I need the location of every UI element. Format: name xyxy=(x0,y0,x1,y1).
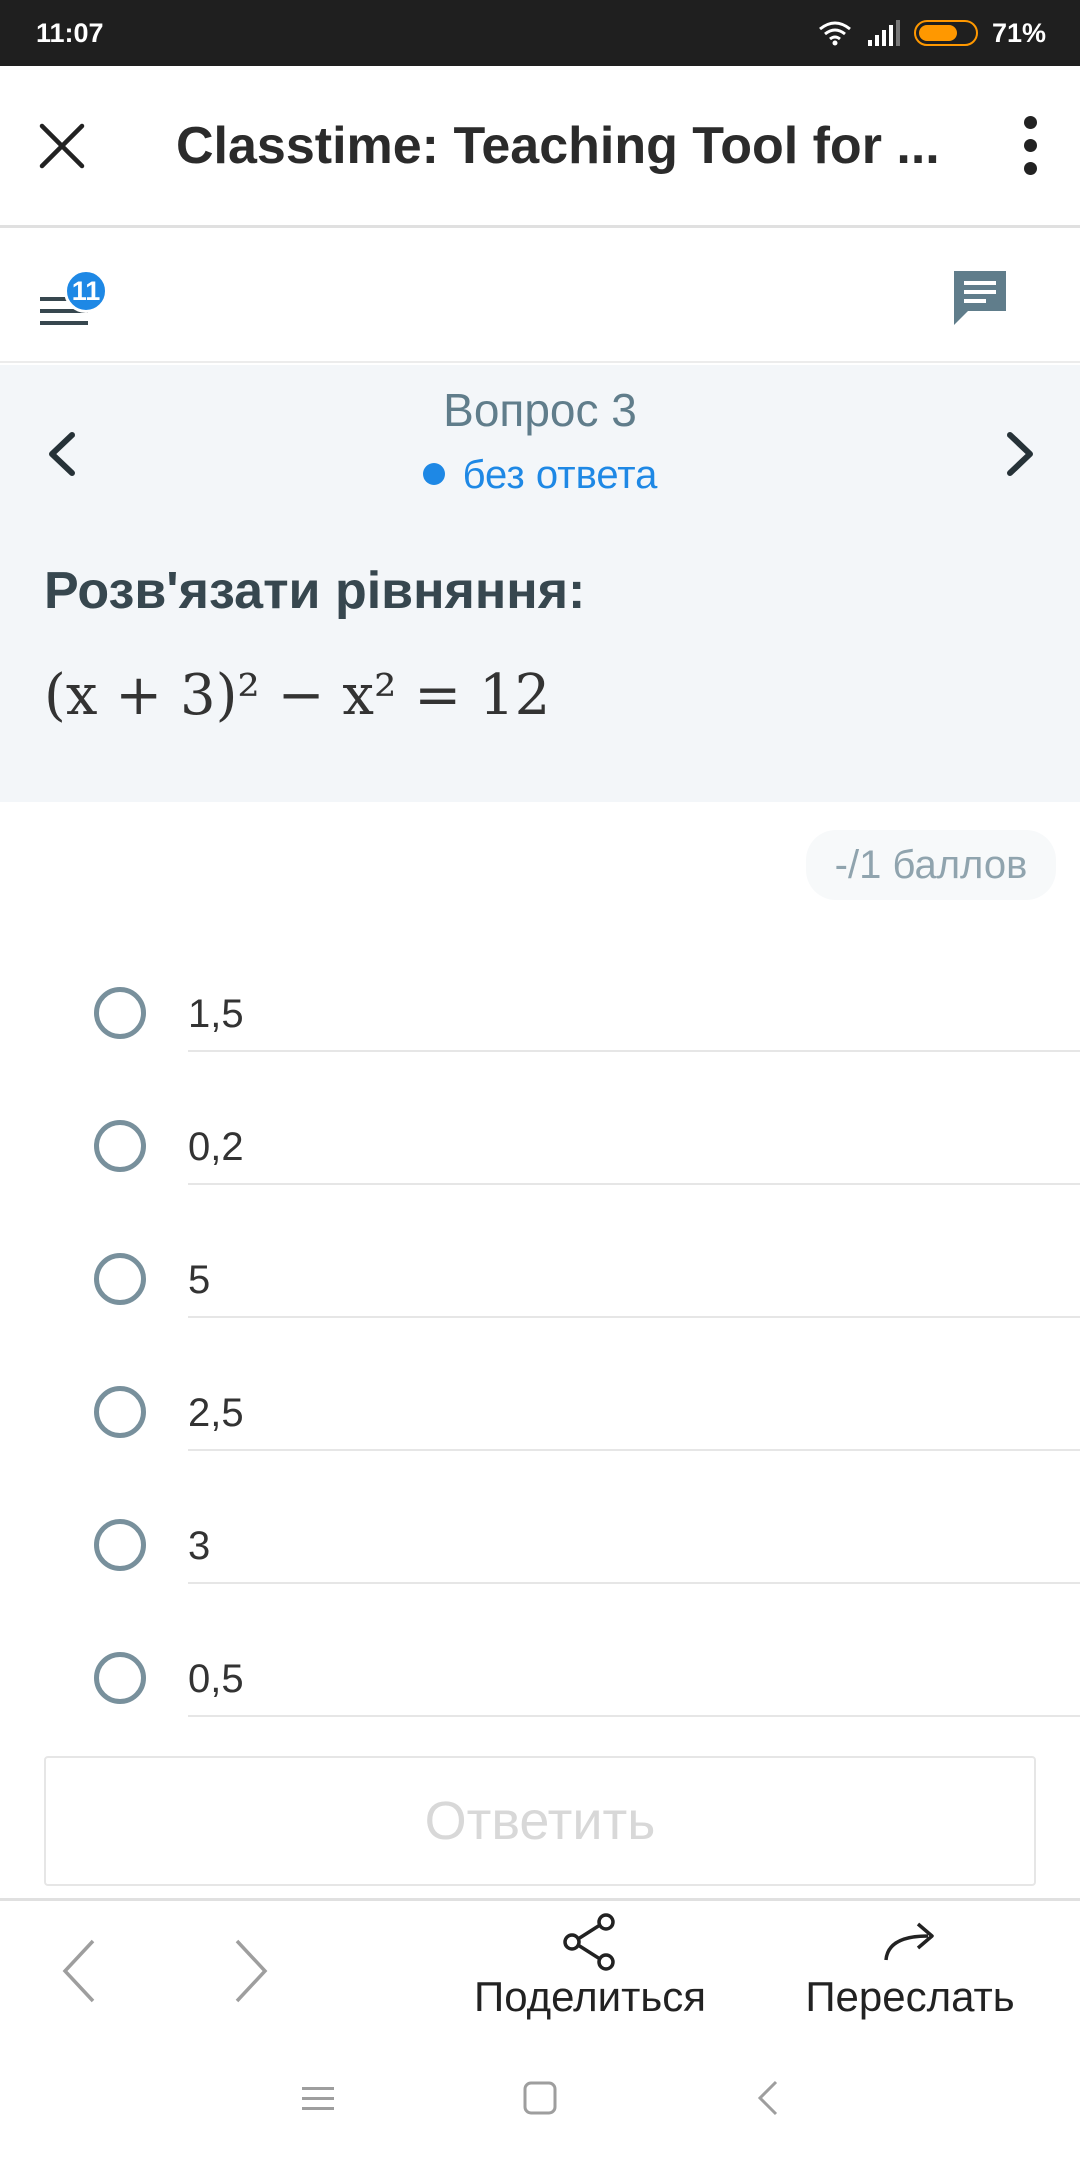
option-item[interactable]: 0,2 xyxy=(0,1083,1080,1216)
notification-badge: 11 xyxy=(64,269,108,313)
radio-button[interactable] xyxy=(94,1519,146,1571)
forward-button[interactable]: Переслать xyxy=(790,1911,1030,2031)
back-icon xyxy=(757,2080,778,2116)
back-button[interactable] xyxy=(44,1931,114,2011)
status-bar: 11:07 71% xyxy=(0,0,1080,66)
divider xyxy=(188,1449,1080,1451)
points-badge: -/1 баллов xyxy=(806,830,1056,900)
option-label: 0,2 xyxy=(188,1125,244,1169)
forward-nav-button[interactable] xyxy=(216,1931,286,2011)
radio-button[interactable] xyxy=(94,987,146,1039)
bottom-action-bar: Поделиться Переслать xyxy=(0,1898,1080,2032)
question-panel: Вопрос 3 без ответа Розв'язати рівняння:… xyxy=(0,365,1080,802)
option-label: 3 xyxy=(188,1524,211,1568)
question-formula: (x + 3)² − x² = 12 xyxy=(44,663,551,728)
system-nav-bar xyxy=(0,2032,1080,2160)
close-icon xyxy=(39,123,85,168)
answer-status-label: без ответа xyxy=(462,453,658,497)
browser-bar: Classtime: Teaching Tool for ... xyxy=(0,66,1080,228)
home-button[interactable] xyxy=(518,2076,562,2120)
option-label: 5 xyxy=(188,1258,211,1302)
status-dot xyxy=(422,463,445,485)
question-prompt: Розв'язати рівняння: xyxy=(44,562,586,620)
divider xyxy=(188,1582,1080,1584)
chat-button[interactable] xyxy=(950,267,1010,327)
submit-answer-button[interactable]: Ответить xyxy=(44,1756,1036,1886)
more-vert-icon xyxy=(1023,116,1037,129)
status-time: 11:07 xyxy=(36,17,104,48)
share-button[interactable]: Поделиться xyxy=(460,1911,720,2031)
recents-button[interactable] xyxy=(296,2076,340,2120)
share-icon xyxy=(563,1913,615,1971)
option-item[interactable]: 1,5 xyxy=(0,950,1080,1083)
battery-percent: 71% xyxy=(991,17,1046,48)
app-toolbar: 11 xyxy=(0,231,1080,363)
battery-icon xyxy=(913,20,978,46)
forward-label: Переслать xyxy=(805,1973,1015,2020)
more-options-button[interactable] xyxy=(980,66,1080,225)
radio-button[interactable] xyxy=(94,1120,146,1172)
divider xyxy=(188,1316,1080,1318)
forward-icon xyxy=(884,1922,934,1961)
wifi-icon xyxy=(819,21,851,46)
divider xyxy=(188,1183,1080,1185)
chevron-right-icon xyxy=(1007,432,1033,476)
option-item[interactable]: 3 xyxy=(0,1482,1080,1615)
option-item[interactable]: 5 xyxy=(0,1216,1080,1349)
option-label: 1,5 xyxy=(188,992,244,1036)
status-icons: 71% xyxy=(818,18,1046,49)
signal-icon xyxy=(867,20,900,46)
browser-title: Classtime: Teaching Tool for ... xyxy=(176,116,940,175)
question-number: Вопрос 3 xyxy=(443,384,637,436)
home-icon xyxy=(523,2081,557,2115)
chat-icon xyxy=(954,271,1006,325)
answer-options: 1,5 0,2 5 2,5 3 0,5 xyxy=(0,950,1080,1748)
option-label: 2,5 xyxy=(188,1391,244,1435)
question-list-button[interactable]: 11 xyxy=(38,269,110,335)
next-question-button[interactable] xyxy=(996,419,1046,489)
answer-status: без ответа xyxy=(0,453,1080,498)
battery-fill xyxy=(918,25,958,41)
recents-icon xyxy=(302,2087,334,2110)
option-item[interactable]: 2,5 xyxy=(0,1349,1080,1482)
option-item[interactable]: 0,5 xyxy=(0,1615,1080,1748)
close-button[interactable] xyxy=(0,66,124,225)
share-label: Поделиться xyxy=(474,1973,706,2020)
forward-arrow-icon xyxy=(235,1939,268,2003)
divider xyxy=(188,1715,1080,1717)
back-arrow-icon xyxy=(62,1939,95,2003)
option-label: 0,5 xyxy=(188,1657,244,1701)
radio-button[interactable] xyxy=(94,1253,146,1305)
system-back-button[interactable] xyxy=(746,2076,790,2120)
divider xyxy=(188,1050,1080,1052)
radio-button[interactable] xyxy=(94,1386,146,1438)
radio-button[interactable] xyxy=(94,1652,146,1704)
